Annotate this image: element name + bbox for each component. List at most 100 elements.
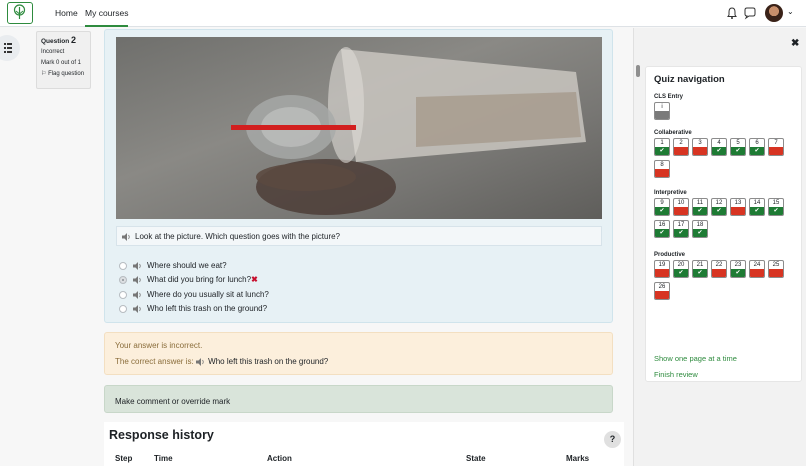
- column-header-step: Step: [115, 454, 133, 463]
- answer-option[interactable]: Who left this trash on the ground?: [119, 302, 269, 316]
- quiz-navigation-title: Quiz navigation: [654, 74, 725, 85]
- quiz-nav-button[interactable]: 7: [768, 138, 784, 156]
- top-navbar: Home My courses ⌄: [0, 0, 806, 27]
- quiz-nav-button[interactable]: 9 ✔: [654, 198, 670, 216]
- section-title: CLS Entry: [654, 94, 684, 100]
- check-icon: ✔: [674, 269, 688, 277]
- column-header-state: State: [466, 454, 486, 463]
- status-indicator: [731, 207, 745, 215]
- close-icon[interactable]: ✖: [791, 38, 799, 49]
- check-icon: ✔: [769, 207, 783, 215]
- quiz-navigation-drawer: ✖ Quiz navigation Show one page at a tim…: [633, 28, 806, 466]
- quiz-nav-button[interactable]: 18 ✔: [692, 220, 708, 238]
- radio-button[interactable]: [119, 304, 127, 313]
- check-icon: ✔: [712, 147, 726, 155]
- quiz-nav-button[interactable]: 15 ✔: [768, 198, 784, 216]
- quiz-nav-button[interactable]: 19: [654, 260, 670, 278]
- correct-answer-text: Who left this trash on the ground?: [208, 357, 329, 366]
- quiz-nav-button[interactable]: 8: [654, 160, 670, 178]
- bell-icon[interactable]: [725, 6, 739, 20]
- answer-option[interactable]: Where do you usually sit at lunch?: [119, 288, 269, 302]
- quiz-nav-button[interactable]: 13: [730, 198, 746, 216]
- user-avatar[interactable]: [765, 4, 783, 22]
- help-icon[interactable]: ?: [604, 431, 621, 448]
- status-indicator: [674, 207, 688, 215]
- speaker-icon[interactable]: [195, 357, 206, 366]
- column-header-action: Action: [267, 454, 292, 463]
- quiz-nav-button[interactable]: 16 ✔: [654, 220, 670, 238]
- response-history-title: Response history: [109, 428, 214, 442]
- status-indicator: [769, 147, 783, 155]
- column-header-time: Time: [154, 454, 173, 463]
- speaker-icon[interactable]: [122, 233, 132, 241]
- radio-button[interactable]: [119, 262, 127, 270]
- section-title: Productive: [654, 252, 686, 258]
- answer-option[interactable]: Where should we eat?: [119, 259, 269, 273]
- quiz-nav-button[interactable]: 4 ✔: [711, 138, 727, 156]
- chevron-down-icon[interactable]: ⌄: [787, 7, 794, 16]
- check-icon: ✔: [693, 269, 707, 277]
- status-indicator: [674, 147, 688, 155]
- quiz-nav-button[interactable]: 14 ✔: [749, 198, 765, 216]
- show-one-page-link[interactable]: Show one page at a time: [654, 354, 737, 363]
- quiz-nav-button[interactable]: 12 ✔: [711, 198, 727, 216]
- status-indicator: [655, 169, 669, 177]
- quiz-nav-button[interactable]: 20 ✔: [673, 260, 689, 278]
- response-history: Response history ? Step Time Action Stat…: [104, 422, 624, 466]
- check-icon: ✔: [750, 147, 764, 155]
- quiz-nav-button[interactable]: 23 ✔: [730, 260, 746, 278]
- quiz-navigation-block: Quiz navigation Show one page at a time …: [645, 66, 802, 382]
- question-mark: Mark 0 out of 1: [41, 60, 82, 66]
- quiz-nav-button[interactable]: 5 ✔: [730, 138, 746, 156]
- status-indicator: [693, 147, 707, 155]
- quiz-nav-button[interactable]: 24: [749, 260, 765, 278]
- quiz-nav-button[interactable]: 2: [673, 138, 689, 156]
- correct-answer-label: The correct answer is:: [115, 357, 194, 366]
- question-image: [116, 37, 602, 219]
- quiz-nav-button[interactable]: 6 ✔: [749, 138, 765, 156]
- section-title: Interpretive: [654, 190, 687, 196]
- site-logo[interactable]: [7, 2, 33, 24]
- speaker-icon[interactable]: [133, 276, 143, 285]
- quiz-nav-button[interactable]: i: [654, 102, 670, 120]
- flag-question-link[interactable]: ⚐ Flag question: [41, 69, 86, 80]
- nav-home[interactable]: Home: [55, 8, 78, 18]
- quiz-nav-button[interactable]: 26: [654, 282, 670, 300]
- section-title: Collaberative: [654, 130, 692, 136]
- quiz-nav-button[interactable]: 11 ✔: [692, 198, 708, 216]
- question-prompt: Look at the picture. Which question goes…: [116, 226, 602, 246]
- flag-icon: ⚐: [41, 71, 47, 77]
- check-icon: ✔: [693, 207, 707, 215]
- answer-option-selected[interactable]: What did you bring for lunch?✖: [119, 273, 269, 287]
- speaker-icon[interactable]: [133, 304, 143, 313]
- tree-logo-icon: [13, 4, 26, 19]
- quiz-nav-button[interactable]: 22: [711, 260, 727, 278]
- quiz-nav-button[interactable]: 3: [692, 138, 708, 156]
- check-icon: ✔: [655, 147, 669, 155]
- check-icon: ✔: [655, 229, 669, 237]
- quiz-nav-button[interactable]: 25: [768, 260, 784, 278]
- status-indicator: [655, 111, 669, 119]
- status-indicator: [750, 269, 764, 277]
- quiz-nav-button[interactable]: 10: [673, 198, 689, 216]
- quiz-nav-button[interactable]: 17 ✔: [673, 220, 689, 238]
- quiz-nav-button[interactable]: 1 ✔: [654, 138, 670, 156]
- speaker-icon[interactable]: [133, 262, 143, 270]
- radio-button[interactable]: [119, 290, 127, 299]
- answer-text: Where do you usually sit at lunch?: [147, 289, 269, 299]
- answer-text: What did you bring for lunch?: [147, 275, 252, 285]
- course-index-button[interactable]: [0, 35, 20, 61]
- speaker-icon[interactable]: [133, 290, 143, 299]
- radio-button-checked[interactable]: [119, 276, 127, 285]
- status-indicator: [712, 269, 726, 277]
- messages-icon[interactable]: [743, 6, 757, 20]
- quiz-nav-button[interactable]: 21 ✔: [692, 260, 708, 278]
- finish-review-link[interactable]: Finish review: [654, 370, 698, 379]
- trash-cup-photo: [231, 47, 586, 215]
- comment-override-link[interactable]: Make comment or override mark: [104, 385, 613, 413]
- status-indicator: [769, 269, 783, 277]
- check-icon: ✔: [731, 269, 745, 277]
- scrollbar[interactable]: [636, 65, 640, 77]
- nav-my-courses[interactable]: My courses: [85, 8, 129, 27]
- list-icon: [4, 43, 12, 53]
